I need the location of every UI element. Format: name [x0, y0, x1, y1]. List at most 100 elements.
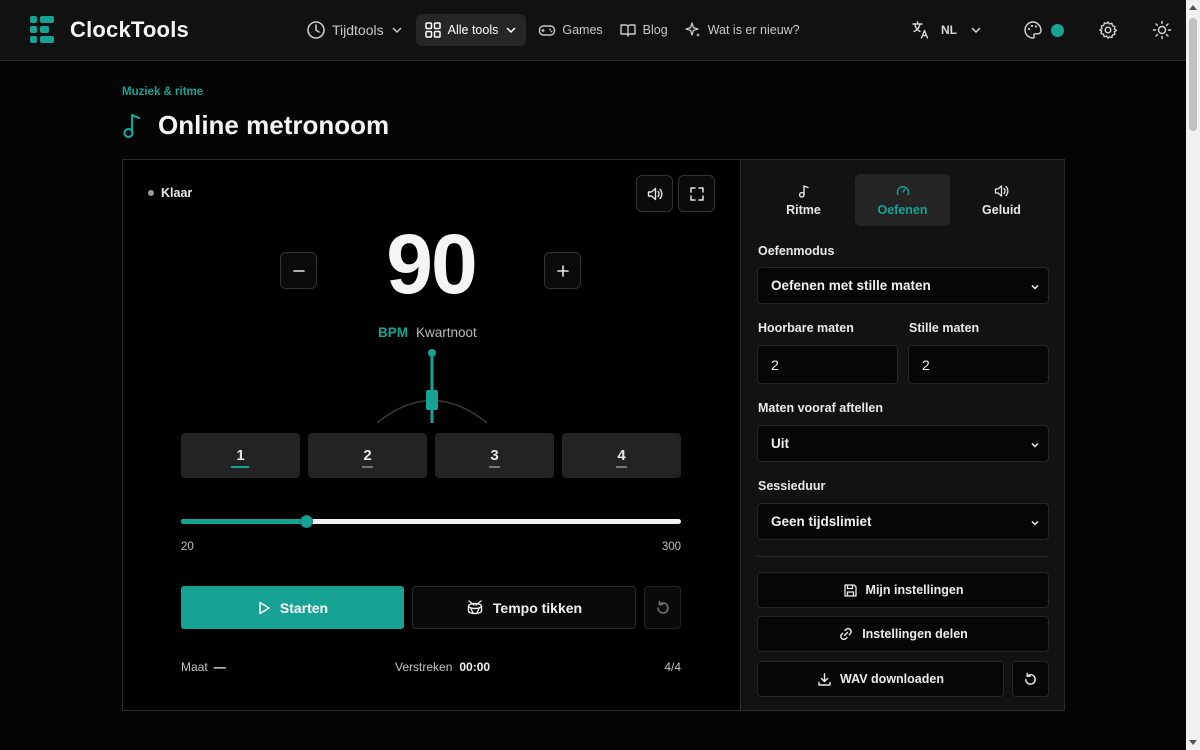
share-settings-button[interactable]: Instellingen delen — [757, 616, 1049, 652]
reset-button[interactable] — [644, 586, 681, 629]
count-in-select[interactable]: Uit — [757, 425, 1049, 462]
beat-number: 2 — [363, 447, 372, 464]
beat-accent-mark — [616, 466, 627, 468]
measure-label: Maat — [181, 660, 208, 674]
scrollbar-thumb[interactable] — [1189, 18, 1197, 131]
practice-mode-value: Oefenen met stille maten — [771, 278, 931, 293]
decrease-bpm-button[interactable] — [280, 252, 317, 289]
book-icon — [619, 24, 636, 37]
translate-icon — [912, 21, 929, 39]
chevron-down-icon — [392, 27, 402, 34]
sparkles-icon — [685, 22, 700, 37]
minus-icon — [292, 269, 305, 272]
chevron-down-icon — [1031, 284, 1039, 290]
mute-button[interactable] — [636, 175, 673, 212]
metronome-panel: Klaar 90 BPM Kwartnoot 1 2 3 4 20 300 St… — [122, 159, 1065, 711]
tap-tempo-button[interactable]: Tempo tikken — [412, 586, 636, 629]
my-settings-label: Mijn instellingen — [865, 583, 964, 597]
language-selector[interactable]: NL — [905, 20, 989, 40]
beat-2[interactable]: 2 — [308, 433, 427, 478]
nav-games[interactable]: Games — [530, 14, 610, 46]
clocktools-logo-icon — [30, 16, 56, 44]
tab-sound-label: Geluid — [982, 202, 1021, 217]
time-signature: 4/4 — [664, 660, 681, 674]
tab-rhythm[interactable]: Ritme — [756, 174, 851, 226]
chevron-down-icon — [1031, 442, 1039, 448]
page-scrollbar[interactable] — [1186, 0, 1200, 750]
plus-icon — [556, 264, 569, 277]
music-note-icon — [123, 113, 141, 138]
play-icon — [259, 601, 270, 614]
scroll-up-arrow[interactable] — [1189, 5, 1197, 10]
metronome-display: Klaar 90 BPM Kwartnoot 1 2 3 4 20 300 St… — [123, 160, 740, 710]
tab-rhythm-label: Ritme — [786, 202, 821, 217]
link-icon — [840, 627, 853, 641]
download-wav-label: WAV downloaden — [840, 672, 944, 686]
reset-icon — [1025, 672, 1036, 685]
beat-accent-mark — [362, 466, 373, 468]
theme-color-button[interactable] — [1023, 20, 1064, 40]
fullscreen-button[interactable] — [678, 175, 715, 212]
note-value-label[interactable]: Kwartnoot — [416, 325, 477, 340]
reset-settings-button[interactable] — [1012, 661, 1049, 697]
beat-4[interactable]: 4 — [562, 433, 681, 478]
drum-icon — [467, 599, 483, 614]
chevron-down-icon — [506, 27, 516, 34]
session-duration-select[interactable]: Geen tijdslimiet — [757, 503, 1049, 540]
practice-mode-select[interactable]: Oefenen met stille maten — [757, 267, 1049, 304]
beat-number: 1 — [236, 447, 245, 464]
start-button[interactable]: Starten — [181, 586, 404, 629]
logo[interactable]: ClockTools — [30, 16, 189, 44]
bpm-unit-label: BPM — [378, 325, 408, 340]
language-code: NL — [941, 23, 957, 37]
main-nav: Tijdtools Alle tools Games Blog Wat is e… — [298, 14, 808, 46]
start-button-label: Starten — [279, 599, 329, 616]
nav-time-tools-label: Tijdtools — [332, 22, 384, 38]
nav-all-tools[interactable]: Alle tools — [415, 14, 527, 46]
tempo-slider-thumb[interactable] — [300, 515, 313, 528]
session-duration-value: Geen tijdslimiet — [771, 514, 872, 529]
beat-number: 4 — [617, 447, 626, 464]
divider — [757, 556, 1048, 557]
beat-3[interactable]: 3 — [435, 433, 554, 478]
scroll-down-arrow[interactable] — [1189, 740, 1197, 745]
breadcrumb-category[interactable]: Muziek & ritme — [122, 86, 203, 98]
beat-accent-mark — [489, 466, 500, 468]
bpm-labels: BPM Kwartnoot — [378, 325, 477, 340]
nav-whats-new-label: Wat is er nieuw? — [707, 23, 800, 37]
session-duration-label: Sessieduur — [758, 479, 826, 493]
nav-games-label: Games — [562, 23, 603, 37]
tab-sound[interactable]: Geluid — [954, 174, 1049, 226]
settings-button[interactable] — [1098, 20, 1118, 40]
count-in-label: Maten vooraf aftellen — [758, 401, 884, 415]
tap-tempo-label: Tempo tikken — [492, 599, 583, 616]
silent-bars-input[interactable]: 2 — [908, 345, 1049, 384]
metronome-stats: Maat — Verstreken 00:00 4/4 — [181, 660, 681, 676]
download-wav-button[interactable]: WAV downloaden — [757, 661, 1004, 697]
nav-whats-new[interactable]: Wat is er nieuw? — [676, 14, 808, 46]
beat-1[interactable]: 1 — [181, 433, 300, 478]
elapsed-label: Verstreken — [395, 660, 453, 674]
nav-time-tools[interactable]: Tijdtools — [298, 14, 412, 46]
bpm-display[interactable]: 90 — [331, 222, 531, 306]
grid-icon — [424, 22, 441, 38]
download-icon — [818, 672, 831, 686]
gear-icon — [1099, 21, 1118, 39]
nav-blog-label: Blog — [642, 23, 668, 37]
my-settings-button[interactable]: Mijn instellingen — [757, 572, 1049, 608]
tab-practice[interactable]: Oefenen — [855, 174, 950, 226]
light-mode-button[interactable] — [1152, 20, 1172, 40]
app-name: ClockTools — [70, 17, 189, 42]
tempo-slider[interactable] — [181, 515, 681, 528]
fullscreen-icon — [689, 186, 704, 201]
palette-icon — [1024, 21, 1042, 39]
gamepad-icon — [539, 25, 556, 36]
audible-bars-input[interactable]: 2 — [757, 345, 898, 384]
beat-number: 3 — [490, 447, 499, 464]
accent-color-dot — [1051, 23, 1064, 37]
settings-pane: Ritme Oefenen Geluid Oefenmodus Oefenen … — [740, 160, 1064, 710]
pendulum-visual — [376, 349, 488, 424]
increase-bpm-button[interactable] — [544, 252, 581, 289]
nav-blog[interactable]: Blog — [611, 14, 676, 46]
reset-icon — [656, 600, 669, 614]
